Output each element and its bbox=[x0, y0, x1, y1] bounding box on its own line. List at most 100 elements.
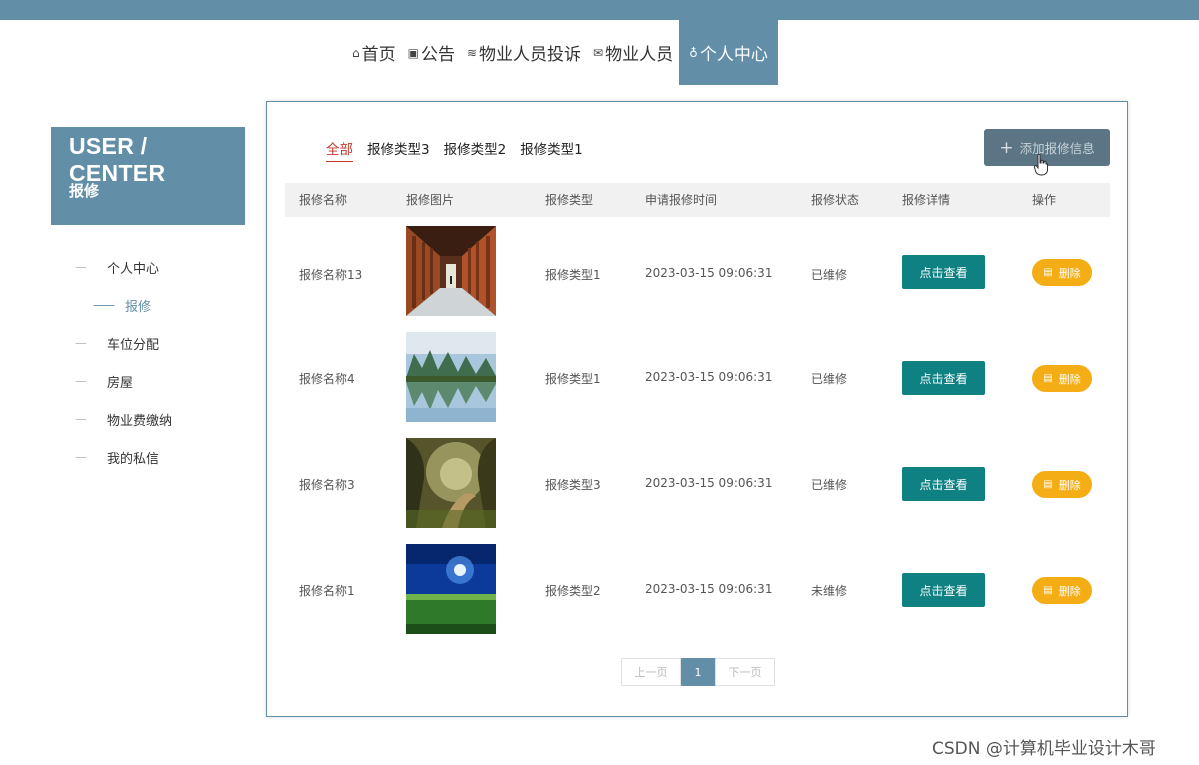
sidebar-subtitle: 报修 bbox=[69, 182, 100, 200]
header-actions: 操作 bbox=[1032, 193, 1057, 207]
nav-item-label: 首页 bbox=[361, 45, 396, 65]
pagination: 上一页 1 下一页 bbox=[621, 658, 775, 686]
home-icon: ⌂ bbox=[352, 45, 360, 60]
tab-type2[interactable]: 报修类型2 bbox=[444, 138, 507, 162]
trash-icon: ▤ bbox=[1043, 267, 1053, 278]
plus-icon: + bbox=[999, 137, 1014, 158]
dash-icon: — bbox=[75, 260, 87, 274]
table-row: 报修名称4 报修类型1 2023-03-15 09:06:31 已维修 点击查看… bbox=[285, 326, 1110, 432]
repair-image-night-field[interactable] bbox=[406, 544, 496, 634]
nav-item-label: 公告 bbox=[420, 45, 455, 65]
table-row: 报修名称3 报修类型3 2023-03-15 09:06:31 已维修 点击查看… bbox=[285, 432, 1110, 538]
delete-button[interactable]: ▤ 删除 bbox=[1032, 577, 1092, 604]
sidebar-item-user-center[interactable]: — 个人中心 bbox=[51, 248, 245, 286]
delete-button[interactable]: ▤ 删除 bbox=[1032, 365, 1092, 392]
header-details: 报修详情 bbox=[902, 193, 951, 207]
filter-tabs: 全部 报修类型3 报修类型2 报修类型1 bbox=[326, 138, 597, 162]
nav-item-staff[interactable]: ✉ 物业人员 bbox=[587, 20, 679, 85]
repair-name: 报修名称1 bbox=[299, 584, 355, 598]
sidebar-item-label: 我的私信 bbox=[107, 451, 160, 467]
sidebar-item-house[interactable]: — 房屋 bbox=[51, 362, 245, 400]
watermark-text: CSDN @计算机毕业设计木哥 bbox=[932, 739, 1156, 759]
view-details-button[interactable]: 点击查看 bbox=[902, 361, 985, 395]
dash-icon: — bbox=[75, 374, 87, 388]
nav-item-label: 物业人员 bbox=[605, 45, 674, 65]
repair-time: 2023-03-15 09:06:31 bbox=[645, 370, 773, 384]
sidebar-title: USER / CENTER bbox=[69, 133, 166, 186]
table-header: 报修名称 报修图片 报修类型 申请报修时间 报修状态 报修详情 操作 bbox=[285, 183, 1110, 217]
repair-type: 报修类型3 bbox=[545, 478, 601, 492]
repair-type: 报修类型1 bbox=[545, 372, 601, 386]
nav-item-home[interactable]: ⌂ 首页 bbox=[346, 20, 402, 85]
repair-name: 报修名称13 bbox=[299, 268, 363, 282]
header-name: 报修名称 bbox=[299, 193, 348, 207]
add-repair-label: 添加报修信息 bbox=[1019, 141, 1095, 156]
trash-icon: ▤ bbox=[1043, 479, 1053, 490]
hand-cursor-icon bbox=[1034, 154, 1048, 176]
sidebar-header: USER / CENTER 报修 bbox=[51, 127, 245, 225]
tab-type3[interactable]: 报修类型3 bbox=[367, 138, 430, 162]
view-details-button[interactable]: 点击查看 bbox=[902, 255, 985, 289]
repair-type: 报修类型2 bbox=[545, 584, 601, 598]
repair-time: 2023-03-15 09:06:31 bbox=[645, 266, 773, 280]
sidebar-item-parking[interactable]: — 车位分配 bbox=[51, 324, 245, 362]
view-details-button[interactable]: 点击查看 bbox=[902, 467, 985, 501]
repair-name: 报修名称3 bbox=[299, 478, 355, 492]
sidebar-item-label: 房屋 bbox=[107, 375, 134, 391]
repair-name: 报修名称4 bbox=[299, 372, 355, 386]
repair-status: 已维修 bbox=[811, 372, 848, 386]
view-details-button[interactable]: 点击查看 bbox=[902, 573, 985, 607]
repair-time: 2023-03-15 09:06:31 bbox=[645, 582, 773, 596]
nav-item-user-center[interactable]: ♁ 个人中心 bbox=[679, 20, 778, 85]
repair-status: 已维修 bbox=[811, 478, 848, 492]
sidebar-menu: — 个人中心 —— 报修 — 车位分配 — 房屋 — 物业费缴纳 — 我的私信 bbox=[51, 248, 245, 476]
mail-icon: ✉ bbox=[593, 45, 604, 60]
repair-image-forest-path[interactable] bbox=[406, 438, 496, 528]
delete-button[interactable]: ▤ 删除 bbox=[1032, 471, 1092, 498]
sidebar-item-label: 个人中心 bbox=[107, 261, 160, 277]
tab-all[interactable]: 全部 bbox=[326, 138, 353, 162]
tab-type1[interactable]: 报修类型1 bbox=[520, 138, 583, 162]
sidebar-item-messages[interactable]: — 我的私信 bbox=[51, 438, 245, 476]
sidebar-item-label: 物业费缴纳 bbox=[107, 413, 173, 429]
repair-status: 已维修 bbox=[811, 268, 848, 282]
page-number-button[interactable]: 1 bbox=[681, 658, 715, 686]
delete-button[interactable]: ▤ 删除 bbox=[1032, 259, 1092, 286]
prev-page-button[interactable]: 上一页 bbox=[621, 658, 681, 686]
dash-icon: — bbox=[75, 412, 87, 426]
delete-label: 删除 bbox=[1058, 584, 1081, 598]
header-status: 报修状态 bbox=[811, 193, 860, 207]
repair-type: 报修类型1 bbox=[545, 268, 601, 282]
sidebar-item-property-fee[interactable]: — 物业费缴纳 bbox=[51, 400, 245, 438]
sidebar-item-label: 报修 bbox=[125, 299, 152, 315]
top-bar bbox=[0, 0, 1199, 20]
delete-label: 删除 bbox=[1058, 372, 1081, 386]
delete-label: 删除 bbox=[1058, 478, 1081, 492]
dash-icon: — bbox=[75, 336, 87, 350]
main-nav: ⌂ 首页 ▣ 公告 ≋ 物业人员投诉 ✉ 物业人员 ♁ 个人中心 bbox=[346, 20, 778, 85]
trash-icon: ▤ bbox=[1043, 585, 1053, 596]
header-image: 报修图片 bbox=[406, 193, 455, 207]
nav-item-complaint[interactable]: ≋ 物业人员投诉 bbox=[461, 20, 587, 85]
content-panel: 全部 报修类型3 报修类型2 报修类型1 + 添加报修信息 报修名称 报修图片 … bbox=[266, 101, 1128, 717]
table-row: 报修名称13 报修类型1 2023-03-15 09:06:31 已维修 点击查… bbox=[285, 220, 1110, 326]
header-type: 报修类型 bbox=[545, 193, 594, 207]
repair-image-corridor[interactable] bbox=[406, 226, 496, 316]
repair-time: 2023-03-15 09:06:31 bbox=[645, 476, 773, 490]
sidebar-item-repair[interactable]: —— 报修 bbox=[51, 286, 245, 324]
header-time: 申请报修时间 bbox=[645, 193, 718, 207]
dash-icon: —— bbox=[93, 298, 115, 312]
user-icon: ♁ bbox=[689, 45, 698, 60]
nav-item-notice[interactable]: ▣ 公告 bbox=[402, 20, 461, 85]
nav-item-label: 物业人员投诉 bbox=[479, 45, 582, 65]
next-page-button[interactable]: 下一页 bbox=[715, 658, 775, 686]
gift-icon: ▣ bbox=[407, 45, 419, 60]
nav-item-label: 个人中心 bbox=[699, 45, 768, 65]
delete-label: 删除 bbox=[1058, 266, 1081, 280]
table-row: 报修名称1 报修类型2 2023-03-15 09:06:31 未维修 点击查看… bbox=[285, 538, 1110, 644]
repair-image-lake[interactable] bbox=[406, 332, 496, 422]
layers-icon: ≋ bbox=[466, 45, 478, 60]
trash-icon: ▤ bbox=[1043, 373, 1053, 384]
dash-icon: — bbox=[75, 450, 87, 464]
sidebar-item-label: 车位分配 bbox=[107, 337, 160, 353]
